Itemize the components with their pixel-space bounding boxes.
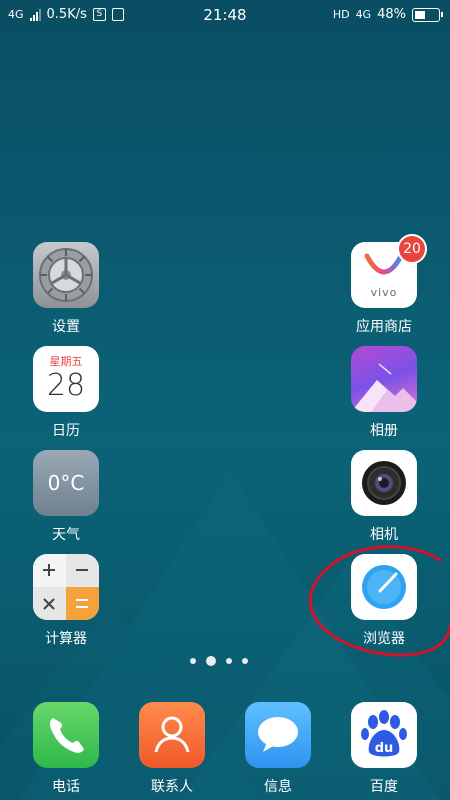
app-label: 信息 <box>264 779 292 795</box>
app-label: 联系人 <box>151 779 193 795</box>
annotation-circle <box>308 545 450 657</box>
page-dot[interactable] <box>206 656 216 666</box>
phone-handset-icon <box>33 702 99 768</box>
page-dot[interactable] <box>242 658 248 664</box>
dock-messages[interactable]: 信息 <box>228 702 328 796</box>
page-indicator[interactable] <box>190 656 248 666</box>
baidu-brand: du <box>374 741 394 756</box>
person-icon <box>139 702 205 768</box>
dock-phone[interactable]: 电话 <box>16 702 116 796</box>
app-label: 百度 <box>370 779 398 795</box>
dock-contacts[interactable]: 联系人 <box>122 702 222 796</box>
page-dot[interactable] <box>190 658 196 664</box>
baidu-paw-icon: du <box>351 702 417 768</box>
dock-baidu[interactable]: du 百度 <box>334 702 434 796</box>
speech-bubble-icon <box>245 702 311 768</box>
app-label: 电话 <box>52 779 80 795</box>
page-dot[interactable] <box>226 658 232 664</box>
home-screen: 4G 0.5K/s S 21:48 HD 4G 48% 设置 星期五 28 日历… <box>0 0 450 800</box>
